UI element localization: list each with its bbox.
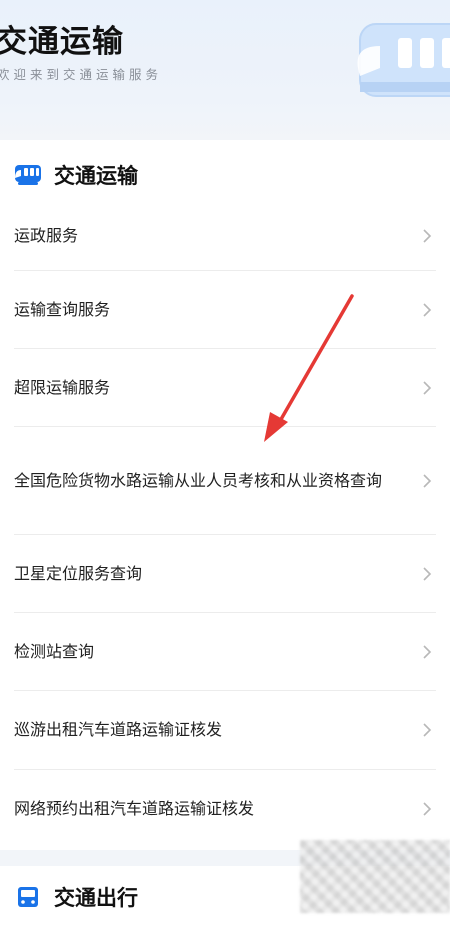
menu-item-cruise-taxi-license[interactable]: 巡游出租汽车道路运输证核发: [14, 691, 436, 770]
section-header: 交通运输: [14, 160, 138, 190]
bus-icon: [15, 165, 41, 185]
chevron-right-icon: [423, 723, 432, 737]
menu-item-label: 检测站查询: [14, 641, 95, 661]
menu-item-dangerous-goods-qualification[interactable]: 全国危险货物水路运输从业人员考核和从业资格查询: [14, 427, 436, 535]
chevron-right-icon: [423, 802, 432, 816]
bus-front-icon: [18, 887, 38, 907]
chevron-right-icon: [423, 473, 432, 488]
menu-item-label: 运政服务: [14, 226, 79, 245]
section-title: 交通出行: [54, 886, 138, 910]
menu-item-transport-query[interactable]: 运输查询服务: [14, 271, 436, 349]
chevron-right-icon: [423, 566, 432, 581]
section-title: 交通运输: [54, 164, 138, 188]
menu-item-label: 超限运输服务: [14, 377, 111, 397]
menu-item-inspection-station[interactable]: 检测站查询: [14, 613, 436, 691]
transport-section-card: 交通运输 运政服务 运输查询服务 超限运输服务 全国危险货物水路运输从业人员考核…: [0, 140, 450, 850]
page-header: 交通运输 欢迎来到交通运输服务: [0, 0, 450, 140]
chevron-right-icon: [423, 302, 432, 317]
bus-illustration-icon: [357, 23, 450, 97]
chevron-right-icon: [423, 229, 432, 243]
section-header: 交通出行: [14, 882, 138, 912]
menu-item-transport-admin[interactable]: 运政服务: [14, 202, 436, 271]
chevron-right-icon: [423, 644, 432, 659]
menu-item-overlimit-transport[interactable]: 超限运输服务: [14, 349, 436, 427]
menu-item-ride-hailing-license[interactable]: 网络预约出租汽车道路运输证核发: [14, 770, 436, 848]
menu-item-label: 运输查询服务: [14, 299, 111, 319]
menu-item-label: 卫星定位服务查询: [14, 563, 143, 583]
menu-item-satellite-positioning[interactable]: 卫星定位服务查询: [14, 535, 436, 613]
page-title: 交通运输: [0, 24, 124, 60]
menu-item-label: 全国危险货物水路运输从业人员考核和从业资格查询: [14, 470, 383, 490]
page-subtitle: 欢迎来到交通运输服务: [0, 67, 163, 82]
mosaic-watermark: [300, 840, 450, 913]
menu-item-label: 网络预约出租汽车道路运输证核发: [14, 799, 255, 818]
chevron-right-icon: [423, 380, 432, 395]
menu-item-label: 巡游出租汽车道路运输证核发: [14, 720, 223, 739]
